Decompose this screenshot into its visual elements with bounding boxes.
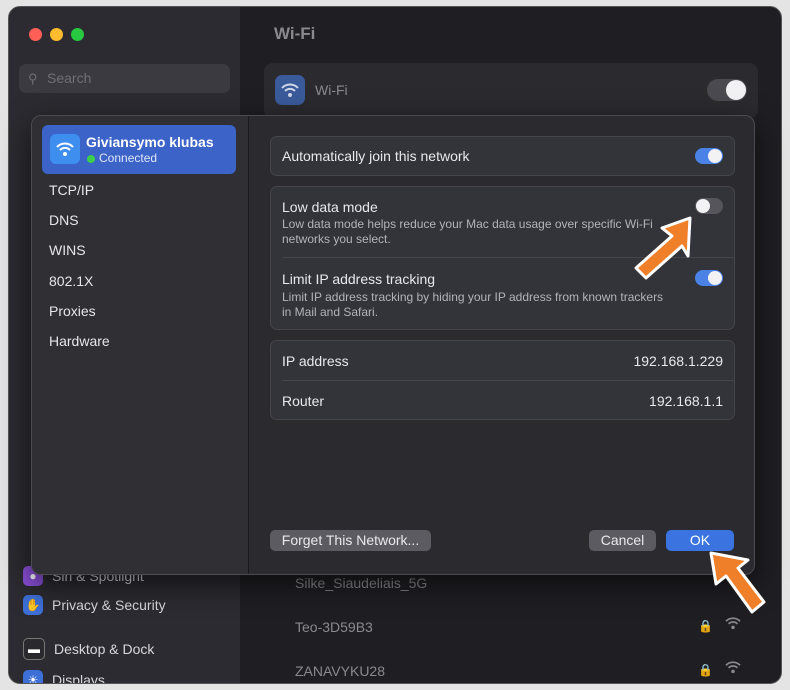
wifi-label: Wi-Fi xyxy=(315,82,348,98)
low-data-mode-label: Low data mode xyxy=(282,199,378,215)
auto-join-label: Automatically join this network xyxy=(282,148,470,164)
sidebar-item-tcp-ip[interactable]: TCP/IP xyxy=(49,182,94,198)
annotation-arrow-icon xyxy=(709,551,766,614)
network-name: Teo-3D59B3 xyxy=(295,619,373,635)
dialog-sidebar: Giviansymo klubas Connected TCP/IP DNS W… xyxy=(32,116,249,574)
sidebar-item-privacy-security[interactable]: ✋ Privacy & Security xyxy=(23,592,166,618)
cancel-button[interactable]: Cancel xyxy=(589,530,656,551)
router-label: Router xyxy=(282,393,325,409)
limit-ip-tracking-label: Limit IP address tracking xyxy=(282,271,436,287)
low-data-mode-description: Low data mode helps reduce your Mac data… xyxy=(282,217,653,246)
sidebar-item-802-1x[interactable]: 802.1X xyxy=(49,273,93,289)
sidebar-item-proxies[interactable]: Proxies xyxy=(49,303,96,319)
network-status: Connected xyxy=(99,151,158,165)
sidebar-item-desktop-dock[interactable]: ▬ Desktop & Dock xyxy=(23,636,154,662)
page-title: Wi-Fi xyxy=(274,24,316,43)
sidebar-item-displays[interactable]: ☀ Displays xyxy=(23,667,105,684)
network-details-dialog: Giviansymo klubas Connected TCP/IP DNS W… xyxy=(31,115,783,575)
network-name: Giviansymo klubas xyxy=(86,134,214,150)
lock-icon: 🔒 xyxy=(698,663,713,677)
close-window-button[interactable] xyxy=(29,28,42,41)
ip-address-label: IP address xyxy=(282,353,349,369)
wifi-signal-icon xyxy=(725,661,741,674)
low-data-mode-toggle[interactable] xyxy=(695,198,723,214)
limit-ip-tracking-toggle[interactable] xyxy=(695,270,723,286)
sidebar-item-wins[interactable]: WINS xyxy=(49,242,86,258)
zoom-window-button[interactable] xyxy=(71,28,84,41)
selected-network[interactable]: Giviansymo klubas Connected xyxy=(42,125,236,174)
wifi-icon xyxy=(50,134,80,164)
sidebar-item-dns[interactable]: DNS xyxy=(49,212,79,228)
ip-address-value: 192.168.1.229 xyxy=(633,353,723,369)
network-name: ZANAVYKU28 xyxy=(295,663,385,679)
sidebar-item-hardware[interactable]: Hardware xyxy=(49,333,110,349)
router-value: 192.168.1.1 xyxy=(649,393,723,409)
network-info-group: IP address 192.168.1.229 Router 192.168.… xyxy=(270,340,735,420)
minimize-window-button[interactable] xyxy=(50,28,63,41)
connected-status-dot xyxy=(87,155,95,163)
divider xyxy=(282,380,734,381)
display-icon: ☀ xyxy=(23,670,43,683)
forget-network-button[interactable]: Forget This Network... xyxy=(270,530,431,551)
wifi-toggle[interactable] xyxy=(707,79,747,101)
network-row[interactable]: ZANAVYKU28 🔒 xyxy=(264,651,758,683)
sidebar-item-label: Privacy & Security xyxy=(52,597,166,613)
auto-join-toggle[interactable] xyxy=(695,148,723,164)
lock-icon: 🔒 xyxy=(698,619,713,633)
wifi-card: Wi-Fi xyxy=(264,63,758,119)
auto-join-group: Automatically join this network xyxy=(270,136,735,176)
search-placeholder: Search xyxy=(47,70,92,86)
dock-icon: ▬ xyxy=(23,638,45,660)
ok-button[interactable]: OK xyxy=(666,530,734,551)
search-field[interactable]: ⚲ Search xyxy=(19,64,230,93)
network-row[interactable]: Teo-3D59B3 🔒 xyxy=(264,607,758,651)
network-name: Silke_Siaudeliais_5G xyxy=(295,575,428,591)
annotation-arrow-icon xyxy=(634,216,692,280)
hand-icon: ✋ xyxy=(23,595,43,615)
sidebar-item-label: Displays xyxy=(52,672,105,684)
limit-ip-tracking-description: Limit IP address tracking by hiding your… xyxy=(282,290,664,319)
search-icon: ⚲ xyxy=(28,71,38,86)
wifi-signal-icon xyxy=(725,617,741,630)
wifi-icon xyxy=(275,75,305,105)
sidebar-item-label: Desktop & Dock xyxy=(54,641,155,657)
